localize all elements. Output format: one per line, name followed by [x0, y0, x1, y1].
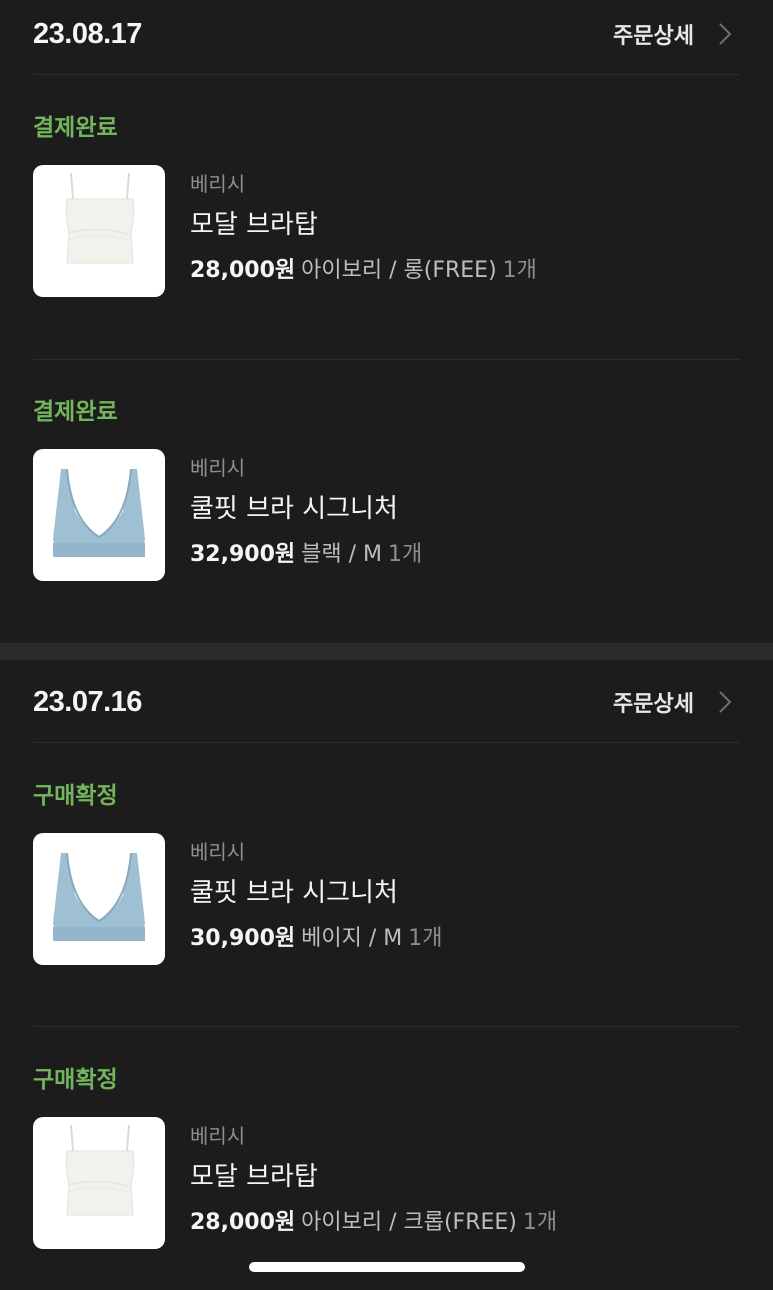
divider	[33, 1026, 740, 1027]
order-detail-label: 주문상세	[613, 692, 694, 717]
product-price: 28,000원	[190, 1210, 296, 1235]
product-price: 30,900원	[190, 926, 296, 951]
product-meta: 32,900원 블랙 / M 1개	[190, 536, 422, 568]
product-thumbnail[interactable]	[33, 165, 165, 297]
order-status: 구매확정	[33, 1067, 118, 1093]
product-meta: 28,000원 아이보리 / 롱(FREE) 1개	[190, 252, 537, 284]
product-option: 베이지 / M	[301, 926, 403, 951]
product-name: 모달 브라탑	[190, 210, 318, 240]
brand-name: 베리시	[190, 1124, 246, 1148]
product-name: 쿨핏 브라 시그니처	[190, 494, 398, 524]
brand-name: 베리시	[190, 456, 246, 480]
divider	[33, 742, 740, 743]
order-detail-link[interactable]: 주문상세	[613, 686, 740, 718]
product-quantity: 1개	[408, 926, 443, 951]
product-thumbnail[interactable]	[33, 449, 165, 581]
product-quantity: 1개	[522, 1210, 558, 1235]
order-item[interactable]: 결제완료 베리시 모달 브라탑 28,000원 아이보리 / 롱(FREE) 1개	[33, 108, 740, 308]
product-quantity: 1개	[502, 258, 537, 283]
product-price: 32,900원	[190, 542, 296, 567]
order-detail-link[interactable]: 주문상세	[613, 18, 740, 50]
section-separator	[0, 643, 773, 660]
order-detail-label: 주문상세	[613, 24, 694, 49]
product-option: 아이보리 / 크롭(FREE)	[301, 1210, 517, 1235]
product-quantity: 1개	[388, 542, 423, 567]
product-price: 28,000원	[190, 258, 296, 283]
divider	[33, 74, 740, 75]
product-option: 아이보리 / 롱(FREE)	[301, 258, 497, 283]
order-item[interactable]: 구매확정 베리시 쿨핏 브라 시그니처 30,900원 베이지 / M 1개	[33, 776, 740, 976]
product-meta: 30,900원 베이지 / M 1개	[190, 920, 443, 952]
chevron-right-icon	[719, 23, 732, 45]
product-thumbnail[interactable]	[33, 833, 165, 965]
chevron-right-icon	[719, 691, 732, 713]
product-thumbnail[interactable]	[33, 1117, 165, 1249]
product-name: 쿨핏 브라 시그니처	[190, 878, 398, 908]
bratop-image	[65, 172, 135, 264]
product-option: 블랙 / M	[301, 542, 383, 567]
bratop-image	[65, 1124, 135, 1216]
order-status: 결제완료	[33, 399, 118, 425]
order-date: 23.07.16	[33, 686, 142, 718]
bra-image	[53, 852, 145, 941]
bra-image	[53, 468, 145, 557]
product-meta: 28,000원 아이보리 / 크롭(FREE) 1개	[190, 1204, 557, 1236]
order-status: 결제완료	[33, 115, 118, 141]
order-item[interactable]: 구매확정 베리시 모달 브라탑 28,000원 아이보리 / 크롭(FREE) 1개	[33, 1060, 740, 1260]
brand-name: 베리시	[190, 840, 246, 864]
order-header: 23.07.16 주문상세	[33, 686, 740, 746]
order-header: 23.08.17 주문상세	[33, 18, 740, 78]
product-name: 모달 브라탑	[190, 1162, 318, 1192]
order-item[interactable]: 결제완료 베리시 쿨핏 브라 시그니처 32,900원 블랙 / M 1개	[33, 392, 740, 592]
divider	[33, 359, 740, 360]
order-date: 23.08.17	[33, 18, 142, 50]
home-indicator[interactable]	[249, 1262, 525, 1272]
top-edge	[0, 0, 773, 8]
brand-name: 베리시	[190, 172, 246, 196]
order-status: 구매확정	[33, 783, 118, 809]
